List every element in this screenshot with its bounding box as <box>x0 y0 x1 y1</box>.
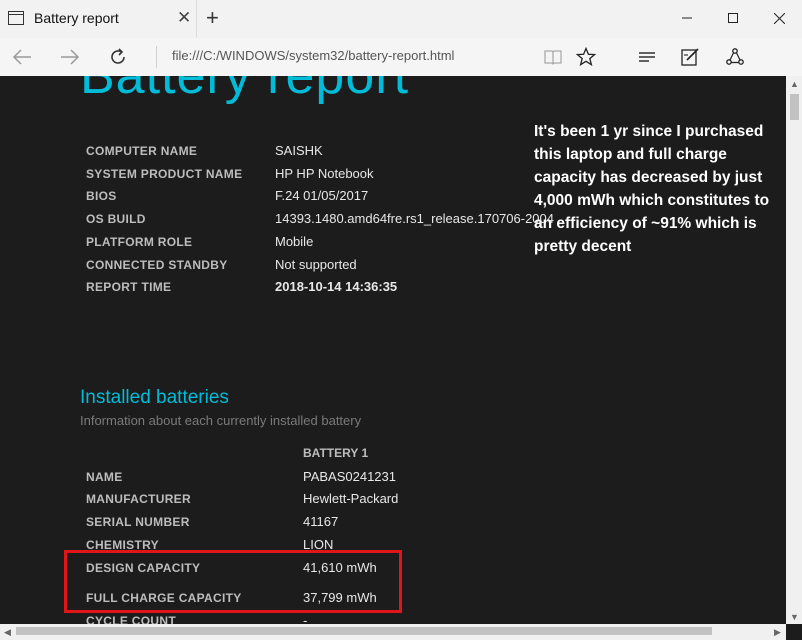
battery-column-header: BATTERY 1 <box>303 446 369 460</box>
web-note-icon[interactable] <box>680 47 700 67</box>
report-time-value: 2018-10-14 14:36:35 <box>275 279 398 294</box>
installed-batteries-heading: Installed batteries <box>80 387 229 408</box>
scroll-left-icon[interactable]: ◀ <box>4 627 11 638</box>
computer-name-value: SAISHK <box>275 143 323 158</box>
report-time-label: REPORT TIME <box>86 280 172 294</box>
cycle-count-label: CYCLE COUNT <box>86 614 176 624</box>
capacity-highlight-box <box>64 550 402 613</box>
close-icon <box>773 12 785 24</box>
annotation-note: It's been 1 yr since I purchased this la… <box>534 123 770 255</box>
vertical-scroll-thumb[interactable] <box>790 94 799 120</box>
platform-role-label: PLATFORM ROLE <box>86 235 193 249</box>
horizontal-scroll-thumb[interactable] <box>16 627 712 635</box>
browser-tab[interactable]: Battery report ✕ <box>0 0 197 38</box>
cycle-count-value: - <box>303 613 308 624</box>
hub-menu-icon[interactable] <box>637 47 657 67</box>
page-icon <box>8 11 24 25</box>
scroll-up-icon[interactable]: ▲ <box>790 79 799 89</box>
serial-number-value: 41167 <box>303 514 339 529</box>
bios-label: BIOS <box>86 189 117 203</box>
new-tab-button[interactable]: + <box>206 5 219 31</box>
platform-role-value: Mobile <box>275 234 314 249</box>
bios-value: F.24 01/05/2017 <box>275 188 369 203</box>
vertical-scrollbar[interactable] <box>786 76 802 624</box>
back-arrow-icon[interactable] <box>12 47 32 67</box>
maximize-button[interactable] <box>710 0 756 36</box>
minimize-icon <box>682 17 692 19</box>
nav-divider <box>156 46 157 68</box>
scroll-down-icon[interactable]: ▼ <box>790 612 799 622</box>
product-name-value: HP HP Notebook <box>275 166 374 181</box>
refresh-icon[interactable] <box>108 47 128 67</box>
forward-arrow-icon[interactable] <box>60 47 80 67</box>
battery-name-label: NAME <box>86 470 123 484</box>
battery-name-value: PABAS0241231 <box>303 469 396 484</box>
computer-name-label: COMPUTER NAME <box>86 144 198 158</box>
minimize-button[interactable] <box>664 0 710 36</box>
product-name-label: SYSTEM PRODUCT NAME <box>86 167 243 181</box>
manufacturer-value: Hewlett-Packard <box>303 491 399 506</box>
maximize-icon <box>728 13 738 23</box>
serial-number-label: SERIAL NUMBER <box>86 515 190 529</box>
connected-standby-value: Not supported <box>275 257 357 272</box>
reading-view-icon[interactable] <box>543 47 563 67</box>
report-title: Battery report <box>80 76 410 105</box>
connected-standby-label: CONNECTED STANDBY <box>86 258 228 272</box>
installed-batteries-subtitle: Information about each currently install… <box>80 413 362 428</box>
os-build-value: 14393.1480.amd64fre.rs1_release.170706-2… <box>275 211 554 226</box>
navigation-bar: file:///C:/WINDOWS/system32/battery-repo… <box>0 38 802 77</box>
manufacturer-label: MANUFACTURER <box>86 492 191 506</box>
close-tab-icon[interactable]: ✕ <box>177 8 191 28</box>
os-build-label: OS BUILD <box>86 212 146 226</box>
close-window-button[interactable] <box>756 0 802 36</box>
report-page: Battery report COMPUTER NAME SAISHK SYST… <box>0 76 786 624</box>
scroll-right-icon[interactable]: ▶ <box>774 627 781 638</box>
favorite-star-icon[interactable] <box>576 47 596 67</box>
tab-title: Battery report <box>34 10 119 26</box>
share-icon[interactable] <box>725 47 745 67</box>
address-bar[interactable]: file:///C:/WINDOWS/system32/battery-repo… <box>172 48 454 63</box>
